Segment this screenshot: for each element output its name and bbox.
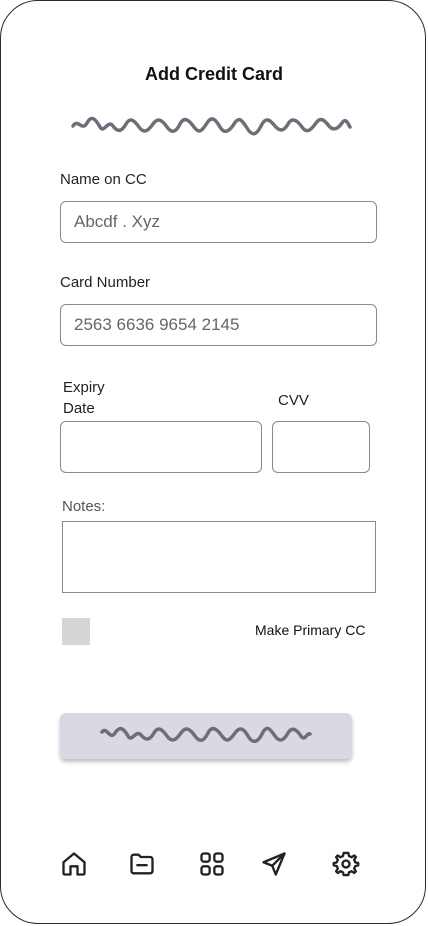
cvv-field[interactable] [272, 421, 370, 473]
subtitle-scribble [71, 116, 352, 136]
nav-send[interactable] [258, 848, 290, 880]
send-icon [262, 852, 286, 876]
expiry-label-line2: Date [63, 400, 95, 417]
grid-icon [200, 852, 224, 876]
add-card-button[interactable] [60, 713, 352, 759]
card-number-field[interactable]: 2563 6636 9654 2145 [60, 304, 377, 346]
name-field-value: Abcdf . Xyz [74, 212, 160, 231]
expiry-label: Expiry Date [63, 377, 105, 419]
notes-textarea[interactable] [62, 521, 376, 593]
primary-cc-checkbox[interactable] [62, 618, 90, 645]
nav-settings[interactable] [330, 848, 362, 880]
notes-label: Notes: [62, 498, 106, 515]
name-field[interactable]: Abcdf . Xyz [60, 201, 377, 243]
cvv-label: CVV [278, 392, 309, 409]
nav-apps[interactable] [196, 848, 228, 880]
expiry-label-line1: Expiry [63, 379, 105, 396]
expiry-date-field[interactable] [60, 421, 262, 473]
folder-minus-icon [130, 853, 154, 875]
nav-folder[interactable] [126, 848, 158, 880]
card-number-label: Card Number [60, 274, 151, 291]
settings-icon [332, 851, 360, 877]
page-title: Add Credit Card [144, 64, 283, 84]
home-icon [62, 852, 86, 876]
nav-home[interactable] [58, 848, 90, 880]
button-label-scribble [100, 726, 312, 744]
primary-cc-label: Make Primary CC [255, 622, 366, 638]
name-label: Name on CC [60, 171, 147, 188]
card-number-value: 2563 6636 9654 2145 [74, 315, 240, 334]
